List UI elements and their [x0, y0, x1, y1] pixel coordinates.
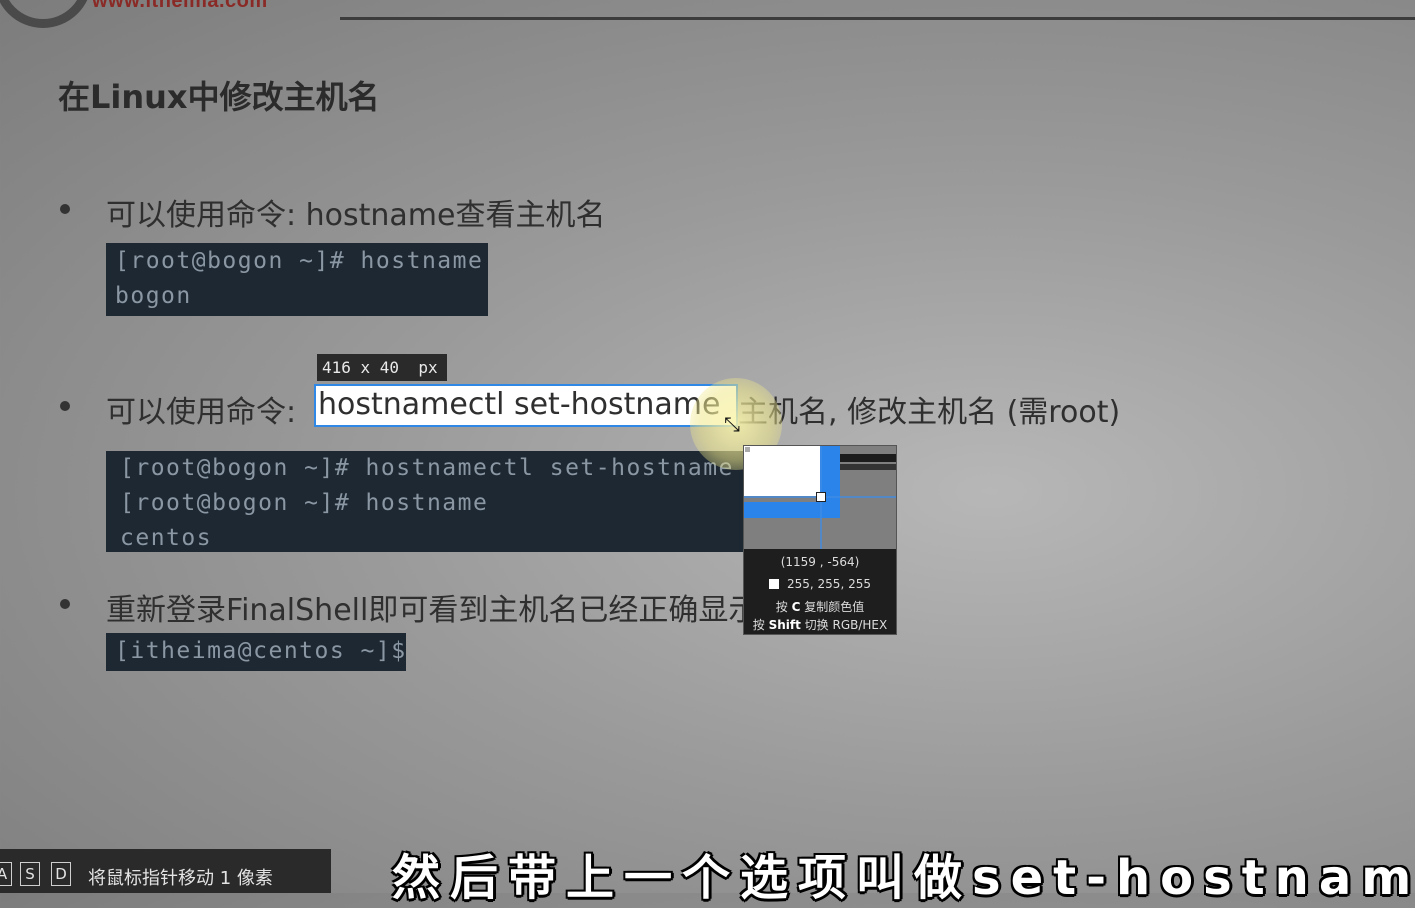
- bullet-text-1: 可以使用命令: hostname查看主机名: [106, 198, 606, 233]
- terminal-line: bogon: [115, 283, 192, 309]
- hint-text: 将鼠标指针移动 1 像素: [88, 868, 273, 889]
- bullet-text-2-suffix: 主机名, 修改主机名 (需root): [738, 395, 1121, 430]
- bullet-text-3: 重新登录FinalShell即可看到主机名已经正确显示: [106, 593, 759, 628]
- terminal-line: [root@bogon ~]# hostname: [120, 490, 489, 516]
- key-a: A: [0, 862, 12, 886]
- terminal-block-2: [root@bogon ~]# hostnamectl set-hostname…: [106, 451, 746, 552]
- keyboard-hint-bar: A S D 将鼠标指针移动 1 像素: [0, 849, 331, 893]
- color-value-row: 255, 255, 255: [744, 577, 896, 591]
- key-s: S: [20, 862, 40, 886]
- switch-format-hint: 按 Shift 切换 RGB/HEX: [752, 618, 888, 632]
- resize-cursor-icon: ⤡: [724, 412, 740, 436]
- cursor-coordinates: (1159 , -564): [780, 555, 860, 569]
- crosshair-icon: [816, 492, 826, 502]
- color-rgb: 255, 255, 255: [787, 577, 871, 591]
- magnifier-view: [744, 446, 896, 549]
- bullet-text-2-highlight: hostnamectl set-hostname: [318, 387, 721, 422]
- site-url: www.itheima.com: [92, 0, 268, 12]
- bullet-dot: [60, 599, 70, 609]
- bullet-text-2-prefix: 可以使用命令:: [106, 395, 297, 430]
- terminal-line: [root@bogon ~]# hostnamectl set-hostname: [120, 455, 734, 481]
- terminal-line: centos: [120, 525, 213, 551]
- terminal-block-3: [itheima@centos ~]$: [106, 633, 406, 671]
- bullet-dot: [60, 204, 70, 214]
- bullet-dot: [60, 401, 70, 411]
- video-subtitle: 然后带上一个选项叫做set-hostname: [392, 850, 1415, 906]
- page-title: 在Linux中修改主机名: [58, 78, 380, 116]
- header-divider: [340, 17, 1415, 20]
- terminal-line: [root@bogon ~]# hostname: [115, 248, 484, 274]
- terminal-line: [itheima@centos ~]$: [115, 638, 407, 664]
- selection-size-label: 416 x 40 px: [317, 354, 447, 381]
- logo-icon: [0, 0, 92, 28]
- key-d: D: [51, 862, 71, 886]
- color-picker-panel: (1159 , -564) 255, 255, 255 按 C 复制颜色值 按 …: [743, 445, 897, 635]
- terminal-block-1: [root@bogon ~]# hostname bogon: [106, 243, 488, 316]
- copy-color-hint: 按 C 复制颜色值: [775, 600, 865, 614]
- color-swatch: [769, 579, 779, 589]
